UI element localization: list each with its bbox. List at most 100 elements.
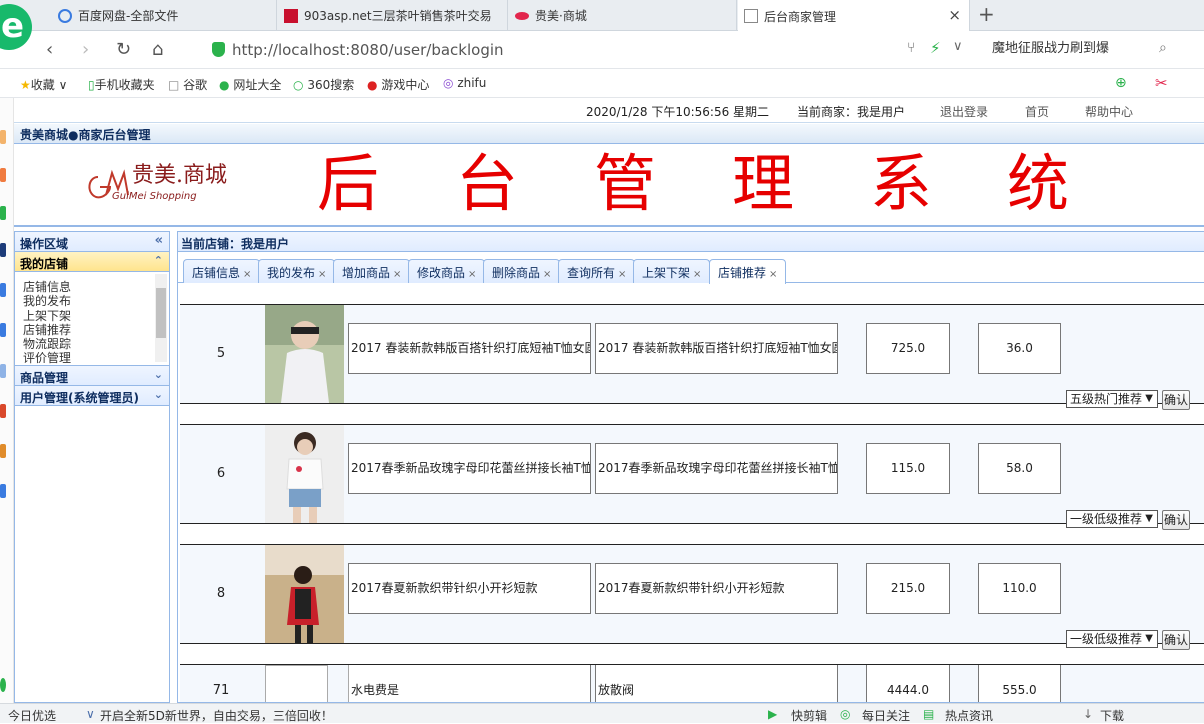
browser-tab-baidu-pan[interactable]: 百度网盘-全部文件 xyxy=(52,0,277,31)
app-icon[interactable] xyxy=(0,484,6,498)
close-icon[interactable]: × xyxy=(243,269,251,280)
browser-tab-903asp[interactable]: 903asp.net三层茶叶销售茶叶交易 xyxy=(278,0,508,31)
product-name-field[interactable]: 2017 春装新款韩版百搭针织打底短袖T恤女圆 xyxy=(348,323,591,374)
discount-price-field[interactable]: 555.0 xyxy=(978,665,1061,702)
app-icon[interactable] xyxy=(0,404,6,418)
app-icon[interactable] xyxy=(0,243,6,257)
price-field[interactable]: 4444.0 xyxy=(866,665,950,702)
tab-edit-goods[interactable]: 修改商品 × xyxy=(408,259,486,283)
new-tab-button[interactable]: + xyxy=(978,2,995,26)
quick-edit[interactable]: 快剪辑 xyxy=(791,707,827,724)
url-input[interactable] xyxy=(232,39,892,61)
recommend-level-select[interactable]: 五级热门推荐 ▼ xyxy=(1066,390,1158,408)
recommend-level-select[interactable]: 一级低级推荐 ▼ xyxy=(1066,510,1158,528)
app-icon[interactable] xyxy=(0,444,6,458)
collapse-left-icon[interactable]: « xyxy=(155,233,163,248)
bookmark-zhifu[interactable]: ◎ zhifu xyxy=(443,76,486,90)
product-desc-field[interactable]: 2017春夏新款织带针织小开衫短款 xyxy=(595,563,838,614)
menu-item-shop-info[interactable]: 店铺信息 xyxy=(23,280,169,294)
tab-my-posts[interactable]: 我的发布 × xyxy=(258,259,336,283)
daily-follow[interactable]: 每日关注 xyxy=(862,707,910,724)
today-picks[interactable]: 今日优选 xyxy=(8,707,56,724)
reload-button[interactable]: ↻ xyxy=(116,39,131,60)
menu-item-reviews[interactable]: 评价管理 xyxy=(23,351,169,365)
confirm-button[interactable]: 确认 xyxy=(1162,510,1190,530)
product-desc-field[interactable]: 放散阀 xyxy=(595,665,838,702)
close-icon[interactable]: × xyxy=(769,269,777,280)
close-icon[interactable]: × xyxy=(468,269,476,280)
tab-delete-goods[interactable]: 删除商品 × xyxy=(483,259,561,283)
confirm-button[interactable]: 确认 xyxy=(1162,390,1190,410)
menu-item-logistics[interactable]: 物流跟踪 xyxy=(23,337,169,351)
close-icon[interactable]: × xyxy=(693,269,701,280)
search-icon[interactable]: ⌕ xyxy=(1159,40,1167,56)
discount-price-field[interactable]: 110.0 xyxy=(978,563,1061,614)
app-icon[interactable] xyxy=(0,283,6,297)
home-link[interactable]: 首页 xyxy=(1025,103,1049,120)
bookmark-hao[interactable]: ● 网址大全 xyxy=(219,76,281,93)
tab-add-goods[interactable]: 增加商品 × xyxy=(333,259,411,283)
product-desc-field[interactable]: 2017 春装新款韩版百搭针织打底短袖T恤女圆 xyxy=(595,323,838,374)
share-icon[interactable]: ⑂ xyxy=(907,40,915,56)
discount-price-field[interactable]: 58.0 xyxy=(978,443,1061,494)
recommend-level-select[interactable]: 一级低级推荐 ▼ xyxy=(1066,630,1158,648)
tab-query-all[interactable]: 查询所有 × xyxy=(558,259,636,283)
menu-item-shelf[interactable]: 上架下架 xyxy=(23,309,169,323)
row-id: 8 xyxy=(216,586,226,601)
product-desc-field[interactable]: 2017春季新品玫瑰字母印花蕾丝拼接长袖T恤 xyxy=(595,443,838,494)
confirm-button[interactable]: 确认 xyxy=(1162,630,1190,650)
menu-scrollbar[interactable] xyxy=(155,274,167,362)
lightning-icon[interactable]: ⚡ xyxy=(930,39,941,57)
back-button[interactable]: ‹ xyxy=(46,39,53,60)
close-icon[interactable]: × xyxy=(618,269,626,280)
browser-tab-backend[interactable]: 后台商家管理 × xyxy=(738,0,970,32)
bookmark-mobile[interactable]: ▯手机收藏夹 xyxy=(88,76,155,93)
bookmark-google[interactable]: □ 谷歌 xyxy=(168,76,207,93)
product-name-field[interactable]: 水电费是 xyxy=(348,665,591,702)
bookmark-games[interactable]: ● 游戏中心 xyxy=(367,76,429,93)
product-name-field[interactable]: 2017春季新品玫瑰字母印花蕾丝拼接长袖T恤 xyxy=(348,443,591,494)
bookmark-favorites[interactable]: ★收藏 ∨ xyxy=(20,76,67,93)
translate-icon[interactable]: ⊕ xyxy=(1115,75,1127,91)
chevron-down-icon[interactable]: ⌄ xyxy=(154,368,163,381)
chevron-down-icon[interactable]: ⌄ xyxy=(154,388,163,401)
close-icon[interactable]: × xyxy=(393,269,401,280)
close-tab-icon[interactable]: × xyxy=(948,6,961,24)
logout-link[interactable]: 退出登录 xyxy=(940,103,988,120)
home-button[interactable]: ⌂ xyxy=(152,39,163,60)
search-input[interactable]: 魔地征服战力刷到爆 xyxy=(985,35,1185,63)
tab-shelf[interactable]: 上架下架 × xyxy=(633,259,711,283)
tab-shop-info[interactable]: 店铺信息 × xyxy=(183,259,261,283)
app-icon[interactable] xyxy=(0,168,6,182)
banner-char: 理 xyxy=(732,147,795,220)
bookmark-360[interactable]: ○ 360搜索 xyxy=(293,76,354,93)
sidebar-section-goods[interactable]: 商品管理 ⌄ xyxy=(15,366,169,386)
close-icon[interactable]: × xyxy=(543,269,551,280)
app-icon[interactable] xyxy=(0,323,6,337)
help-link[interactable]: 帮助中心 xyxy=(1085,103,1133,120)
scroll-thumb[interactable] xyxy=(156,288,166,338)
app-icon[interactable] xyxy=(0,206,6,220)
price-field[interactable]: 725.0 xyxy=(866,323,950,374)
browser-tab-guimei[interactable]: 贵美·商城 xyxy=(509,0,737,31)
scissors-icon[interactable]: ✂ xyxy=(1155,74,1168,92)
hot-news[interactable]: 热点资讯 xyxy=(945,707,993,724)
discount-price-field[interactable]: 36.0 xyxy=(978,323,1061,374)
menu-item-my-posts[interactable]: 我的发布 xyxy=(23,294,169,308)
downloads[interactable]: 下载 xyxy=(1100,707,1124,724)
sidebar-section-users[interactable]: 用户管理(系统管理员) ⌄ xyxy=(15,386,169,406)
app-icon[interactable] xyxy=(0,678,6,692)
app-icon[interactable] xyxy=(0,364,6,378)
sidebar-section-my-shop[interactable]: 我的店铺 ⌃ xyxy=(15,252,169,272)
chevron-down-icon[interactable]: ∨ xyxy=(953,39,963,54)
price-field[interactable]: 215.0 xyxy=(866,563,950,614)
forward-button[interactable]: › xyxy=(82,39,89,60)
ticker-text[interactable]: 开启全新5D新世界，自由交易，三倍回收！ xyxy=(100,707,333,724)
product-name-field[interactable]: 2017春夏新款织带针织小开衫短款 xyxy=(348,563,591,614)
tab-shop-recommend[interactable]: 店铺推荐 × xyxy=(709,259,787,284)
chevron-up-icon[interactable]: ⌃ xyxy=(154,254,163,267)
menu-item-recommend[interactable]: 店铺推荐 xyxy=(23,323,169,337)
close-icon[interactable]: × xyxy=(318,269,326,280)
price-field[interactable]: 115.0 xyxy=(866,443,950,494)
app-icon[interactable] xyxy=(0,130,6,144)
